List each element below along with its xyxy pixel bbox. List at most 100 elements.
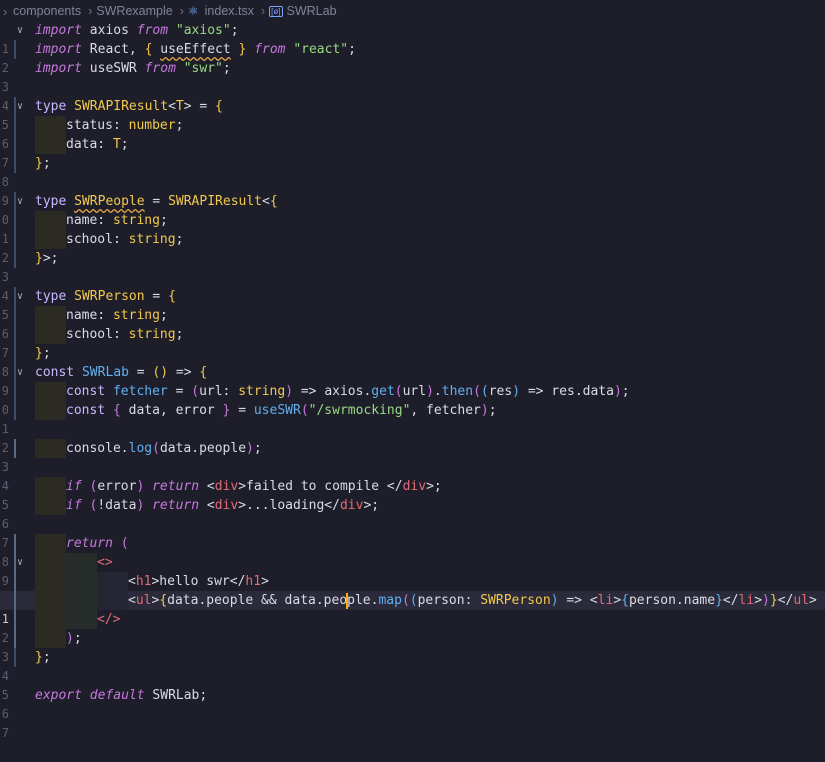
code-text: name: string; bbox=[35, 306, 168, 325]
code-line[interactable]: 8 }; bbox=[0, 344, 825, 379]
code-text: <ul>{data.people && data.people.map((per… bbox=[35, 591, 817, 610]
react-icon: ⚛ bbox=[187, 4, 199, 18]
git-change-marker bbox=[14, 40, 16, 59]
code-line[interactable]: 2 school: string; bbox=[0, 230, 825, 265]
breadcrumb-item-components[interactable]: components bbox=[13, 4, 81, 18]
chevron-right-icon: › bbox=[88, 4, 93, 18]
git-change-marker bbox=[14, 97, 16, 116]
chevron-down-icon[interactable]: ∨ bbox=[17, 97, 29, 116]
code-line[interactable]: 1 name: string; bbox=[0, 211, 825, 246]
code-text: type SWRPeople = SWRAPIResult<{ bbox=[35, 194, 278, 209]
git-change-marker bbox=[14, 629, 16, 648]
code-text: import React, { useEffect } from "react"… bbox=[35, 42, 356, 57]
chevron-down-icon[interactable]: ∨ bbox=[17, 287, 29, 306]
code-text: export default SWRLab; bbox=[35, 688, 208, 703]
code-text: import axios from "axios"; bbox=[35, 23, 239, 38]
chevron-down-icon[interactable]: ∨ bbox=[17, 553, 29, 572]
code-line[interactable]: 9 ∨ const SWRLab = () => { bbox=[0, 363, 825, 398]
git-change-marker bbox=[14, 553, 16, 572]
git-change-marker bbox=[14, 116, 16, 135]
code-line[interactable]: 1 const { data, error } = useSWR("/swrmo… bbox=[0, 401, 825, 436]
code-text: }; bbox=[35, 346, 51, 361]
code-line[interactable]: 9 ∨ <> bbox=[0, 553, 825, 588]
git-change-marker bbox=[14, 610, 16, 629]
git-change-marker bbox=[14, 401, 16, 420]
code-text: ); bbox=[35, 629, 82, 648]
code-line[interactable]: 5 ∨ type SWRPerson = { bbox=[0, 287, 825, 322]
breadcrumb-item-file[interactable]: index.tsx bbox=[205, 4, 254, 18]
code-line[interactable]: 9 bbox=[0, 173, 825, 208]
code-text: status: number; bbox=[35, 116, 183, 135]
chevron-down-icon[interactable]: ∨ bbox=[17, 192, 29, 211]
code-line[interactable]: 1 ∨ import axios from "axios"; bbox=[0, 21, 825, 56]
git-change-marker bbox=[14, 135, 16, 154]
code-editor[interactable]: 1 ∨ import axios from "axios"; 2 import … bbox=[0, 21, 825, 758]
code-text: }; bbox=[35, 650, 51, 665]
code-text: school: string; bbox=[35, 325, 183, 344]
code-text: data: T; bbox=[35, 135, 129, 154]
code-line-active[interactable]: 1 <ul>{data.people && data.people.map((p… bbox=[0, 591, 825, 626]
code-text: school: string; bbox=[35, 230, 183, 249]
code-text: if (!data) return <div>...loading</div>; bbox=[35, 496, 379, 515]
code-line[interactable]: 7 bbox=[0, 705, 825, 740]
code-text: </> bbox=[35, 610, 120, 629]
code-line[interactable]: 7 data: T; bbox=[0, 135, 825, 170]
git-change-marker bbox=[14, 344, 16, 363]
git-change-marker bbox=[14, 192, 16, 211]
code-line[interactable]: 0 ∨ type SWRPeople = SWRAPIResult<{ bbox=[0, 192, 825, 227]
git-change-marker bbox=[14, 249, 16, 268]
git-change-marker bbox=[14, 154, 16, 173]
code-line[interactable]: 5 bbox=[0, 667, 825, 702]
code-text: type SWRPerson = { bbox=[35, 289, 176, 304]
code-line[interactable]: 6 if (!data) return <div>...loading</div… bbox=[0, 496, 825, 531]
git-change-marker bbox=[14, 363, 16, 382]
code-text: type SWRAPIResult<T> = { bbox=[35, 99, 223, 114]
breadcrumb-item-symbol[interactable]: SWRLab bbox=[287, 4, 337, 18]
code-text: if (error) return <div>failed to compile… bbox=[35, 477, 442, 496]
code-line[interactable]: 3 console.log(data.people); bbox=[0, 439, 825, 474]
code-text: const { data, error } = useSWR("/swrmock… bbox=[35, 401, 497, 420]
git-change-marker bbox=[14, 534, 16, 553]
code-line[interactable]: 3 ); bbox=[0, 629, 825, 664]
code-line[interactable]: 4 bbox=[0, 78, 825, 113]
code-line[interactable]: 4 }; bbox=[0, 648, 825, 683]
code-line[interactable]: 6 status: number; bbox=[0, 116, 825, 151]
git-change-marker bbox=[14, 572, 16, 591]
code-line[interactable]: 2 import React, { useEffect } from "reac… bbox=[0, 40, 825, 75]
code-line[interactable]: 2 bbox=[0, 420, 825, 455]
code-text: <> bbox=[35, 553, 113, 572]
git-change-marker bbox=[14, 211, 16, 230]
code-text: <h1>hello swr</h1> bbox=[35, 572, 269, 591]
chevron-down-icon[interactable]: ∨ bbox=[17, 21, 29, 40]
code-text: }>; bbox=[35, 251, 59, 266]
git-change-marker bbox=[14, 230, 16, 249]
code-line[interactable]: 7 bbox=[0, 515, 825, 550]
code-line[interactable]: 6 name: string; bbox=[0, 306, 825, 341]
chevron-right-icon: › bbox=[3, 3, 8, 19]
code-text: name: string; bbox=[35, 211, 168, 230]
code-line[interactable]: 2 </> bbox=[0, 610, 825, 645]
git-change-marker bbox=[14, 382, 16, 401]
breadcrumb-item-swrexample[interactable]: SWRexample bbox=[96, 4, 172, 18]
code-line[interactable]: 6 export default SWRLab; bbox=[0, 686, 825, 721]
chevron-right-icon: › bbox=[260, 4, 266, 18]
code-line[interactable]: 3 }>; bbox=[0, 249, 825, 284]
code-line[interactable]: 5 if (error) return <div>failed to compi… bbox=[0, 477, 825, 512]
code-text: return ( bbox=[35, 534, 129, 553]
symbol-variable-icon: [ø] bbox=[269, 5, 283, 17]
code-line[interactable]: 0 <h1>hello swr</h1> bbox=[0, 572, 825, 607]
code-line[interactable]: 4 bbox=[0, 268, 825, 303]
chevron-down-icon[interactable]: ∨ bbox=[17, 363, 29, 382]
code-line[interactable]: 7 school: string; bbox=[0, 325, 825, 360]
code-text: console.log(data.people); bbox=[35, 439, 262, 458]
code-line[interactable]: 3 import useSWR from "swr"; bbox=[0, 59, 825, 94]
code-line[interactable]: 8 return ( bbox=[0, 534, 825, 569]
git-change-marker bbox=[14, 287, 16, 306]
code-line[interactable]: 5 ∨ type SWRAPIResult<T> = { bbox=[0, 97, 825, 132]
code-line[interactable]: 4 bbox=[0, 458, 825, 493]
breadcrumb: › components › SWRexample › ⚛ index.tsx … bbox=[0, 0, 825, 22]
code-text: }; bbox=[35, 156, 51, 171]
code-line[interactable]: 8 }; bbox=[0, 154, 825, 189]
line-number: 7 bbox=[1, 726, 9, 740]
code-line[interactable]: 0 const fetcher = (url: string) => axios… bbox=[0, 382, 825, 417]
